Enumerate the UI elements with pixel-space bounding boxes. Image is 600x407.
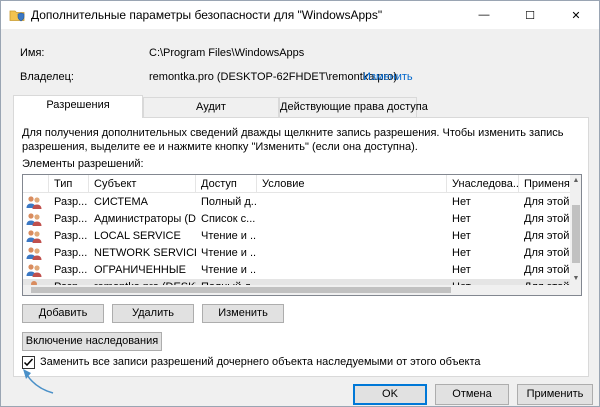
table-row[interactable]: Разр... LOCAL SERVICE Чтение и ... Нет Для э… (23, 228, 570, 245)
tab-effective-access-label: Действующие права доступа (280, 101, 428, 113)
tab-permissions-label: Разрешения (46, 99, 110, 111)
apply-button[interactable]: Применить (517, 384, 593, 405)
cell-condition (257, 262, 447, 279)
column-subject[interactable]: Субъект (89, 175, 196, 193)
column-type[interactable]: Тип (49, 175, 89, 193)
close-icon: ✕ (571, 9, 581, 22)
cell-inherited: Нет (452, 213, 471, 225)
owner-change-link[interactable]: Изменить (363, 71, 413, 83)
add-button[interactable]: Добавить (22, 304, 104, 323)
table-row[interactable]: Разр... СИСТЕМА Полный д... Нет Для этой ... (23, 194, 570, 211)
cell-access: Чтение и ... (201, 264, 257, 276)
permission-entries-label: Элементы разрешений: (22, 158, 144, 170)
close-button[interactable]: ✕ (553, 1, 599, 29)
cell-applies: Для этой ... (524, 264, 570, 276)
tab-permissions[interactable]: Разрешения (13, 95, 143, 118)
cell-applies: Для этой ... (524, 213, 570, 225)
cell-applies: Для этой ... (524, 196, 570, 208)
remove-button[interactable]: Удалить (112, 304, 194, 323)
cell-access: Полный д... (201, 196, 257, 208)
column-icon-spacer (23, 175, 49, 193)
cell-subject: СИСТЕМА (94, 196, 148, 208)
name-value: C:\Program Files\WindowsApps (149, 47, 305, 59)
scroll-thumb[interactable] (572, 205, 580, 263)
group-icon (26, 263, 42, 278)
folder-shield-icon (9, 10, 25, 22)
scroll-down-icon[interactable]: ▼ (572, 275, 580, 283)
hscroll-thumb[interactable] (31, 287, 451, 293)
security-dialog: Дополнительные параметры безопасности дл… (0, 0, 600, 407)
cell-type: Разр... (54, 213, 88, 225)
owner-label: Владелец: (20, 71, 74, 83)
permissions-description: Для получения дополнительных сведений дв… (22, 127, 564, 153)
column-condition[interactable]: Условие (257, 175, 447, 193)
tab-effective-access[interactable]: Действующие права доступа (279, 97, 428, 117)
horizontal-scrollbar[interactable] (23, 285, 570, 295)
owner-value: remontka.pro (DESKTOP-62FHDET\remontka.p… (149, 71, 397, 83)
cell-access: Чтение и ... (201, 230, 257, 242)
cell-applies: Для этой ... (524, 247, 570, 259)
column-inherited[interactable]: Унаследова... (447, 175, 519, 193)
window-title: Дополнительные параметры безопасности дл… (31, 8, 383, 22)
cell-inherited: Нет (452, 230, 471, 242)
maximize-button[interactable]: ☐ (507, 1, 553, 29)
vertical-scrollbar[interactable]: ▲ ▼ (570, 175, 581, 295)
table-row[interactable]: Разр... Администраторы (DE... Список с... Н… (23, 211, 570, 228)
cell-condition (257, 211, 447, 228)
group-icon (26, 246, 42, 261)
maximize-icon: ☐ (525, 9, 535, 22)
ok-button[interactable]: OK (353, 384, 427, 405)
list-header: Тип Субъект Доступ Условие Унаследова...… (23, 175, 570, 193)
enable-inheritance-button[interactable]: Включение наследования (22, 332, 162, 351)
cell-condition (257, 228, 447, 245)
permission-entries-list[interactable]: Тип Субъект Доступ Условие Унаследова...… (22, 174, 582, 296)
replace-child-permissions-label[interactable]: Заменить все записи разрешений дочернего… (40, 356, 481, 368)
table-row[interactable]: Разр... ОГРАНИЧЕННЫЕ Чтение и ... Нет Для эт… (23, 262, 570, 279)
cell-access: Чтение и ... (201, 247, 257, 259)
cell-access: Список с... (201, 213, 256, 225)
cell-inherited: Нет (452, 247, 471, 259)
scroll-up-icon[interactable]: ▲ (572, 177, 580, 185)
cell-condition (257, 245, 447, 262)
permissions-panel: Для получения дополнительных сведений дв… (13, 117, 589, 377)
group-icon (26, 229, 42, 244)
tab-audit-label: Аудит (196, 101, 226, 113)
cell-subject: LOCAL SERVICE (94, 230, 181, 242)
name-label: Имя: (20, 47, 45, 59)
cancel-button[interactable]: Отмена (435, 384, 509, 405)
minimize-button[interactable]: — (461, 1, 507, 29)
cell-type: Разр... (54, 230, 88, 242)
cell-subject: NETWORK SERVICE (94, 247, 196, 259)
annotation-arrow-icon (23, 369, 54, 394)
column-applies[interactable]: Применяе... (519, 175, 570, 193)
minimize-icon: — (478, 9, 490, 21)
column-access[interactable]: Доступ (196, 175, 257, 193)
cell-type: Разр... (54, 196, 88, 208)
table-row[interactable]: Разр... NETWORK SERVICE Чтение и ... Нет Для… (23, 245, 570, 262)
cell-subject: ОГРАНИЧЕННЫЕ (94, 264, 186, 276)
cell-inherited: Нет (452, 196, 471, 208)
cell-subject: Администраторы (DE... (94, 213, 196, 225)
cell-type: Разр... (54, 264, 88, 276)
group-icon (26, 212, 42, 227)
cell-inherited: Нет (452, 264, 471, 276)
title-bar[interactable]: Дополнительные параметры безопасности дл… (1, 1, 599, 29)
edit-button[interactable]: Изменить (202, 304, 284, 323)
cell-type: Разр... (54, 247, 88, 259)
cell-applies: Для этой ... (524, 230, 570, 242)
tab-audit[interactable]: Аудит (143, 97, 279, 117)
group-icon (26, 195, 42, 210)
cell-condition (257, 194, 447, 211)
